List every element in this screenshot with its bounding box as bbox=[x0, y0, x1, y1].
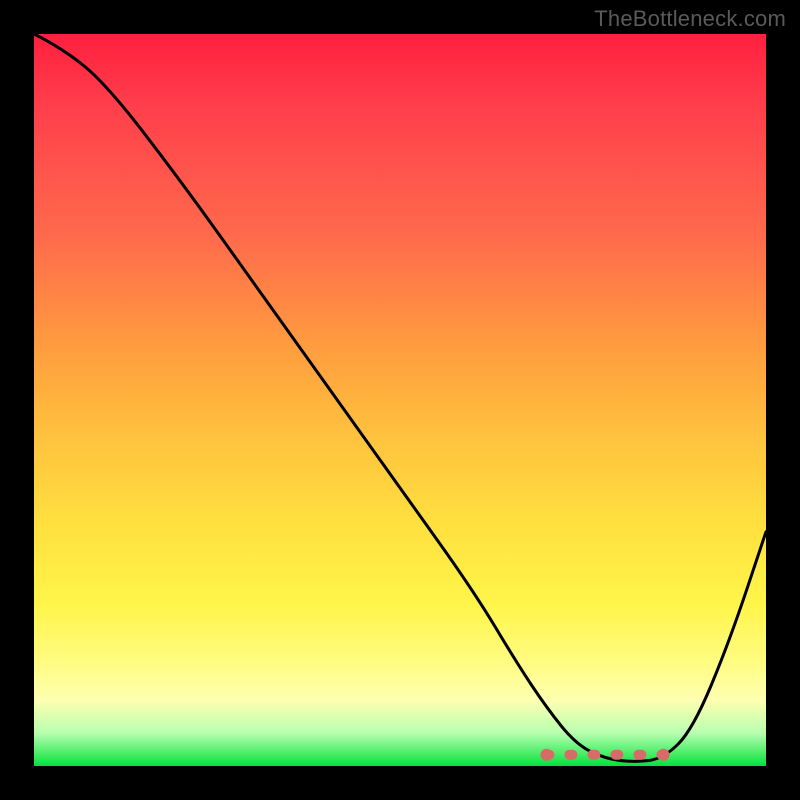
flat-region-end-dot bbox=[658, 749, 670, 761]
plot-area bbox=[34, 34, 766, 766]
flat-region-start-dot bbox=[540, 749, 552, 761]
curve-svg bbox=[34, 34, 766, 766]
chart-frame: TheBottleneck.com bbox=[0, 0, 800, 800]
watermark-text: TheBottleneck.com bbox=[594, 6, 786, 32]
bottleneck-curve-path bbox=[34, 34, 766, 761]
